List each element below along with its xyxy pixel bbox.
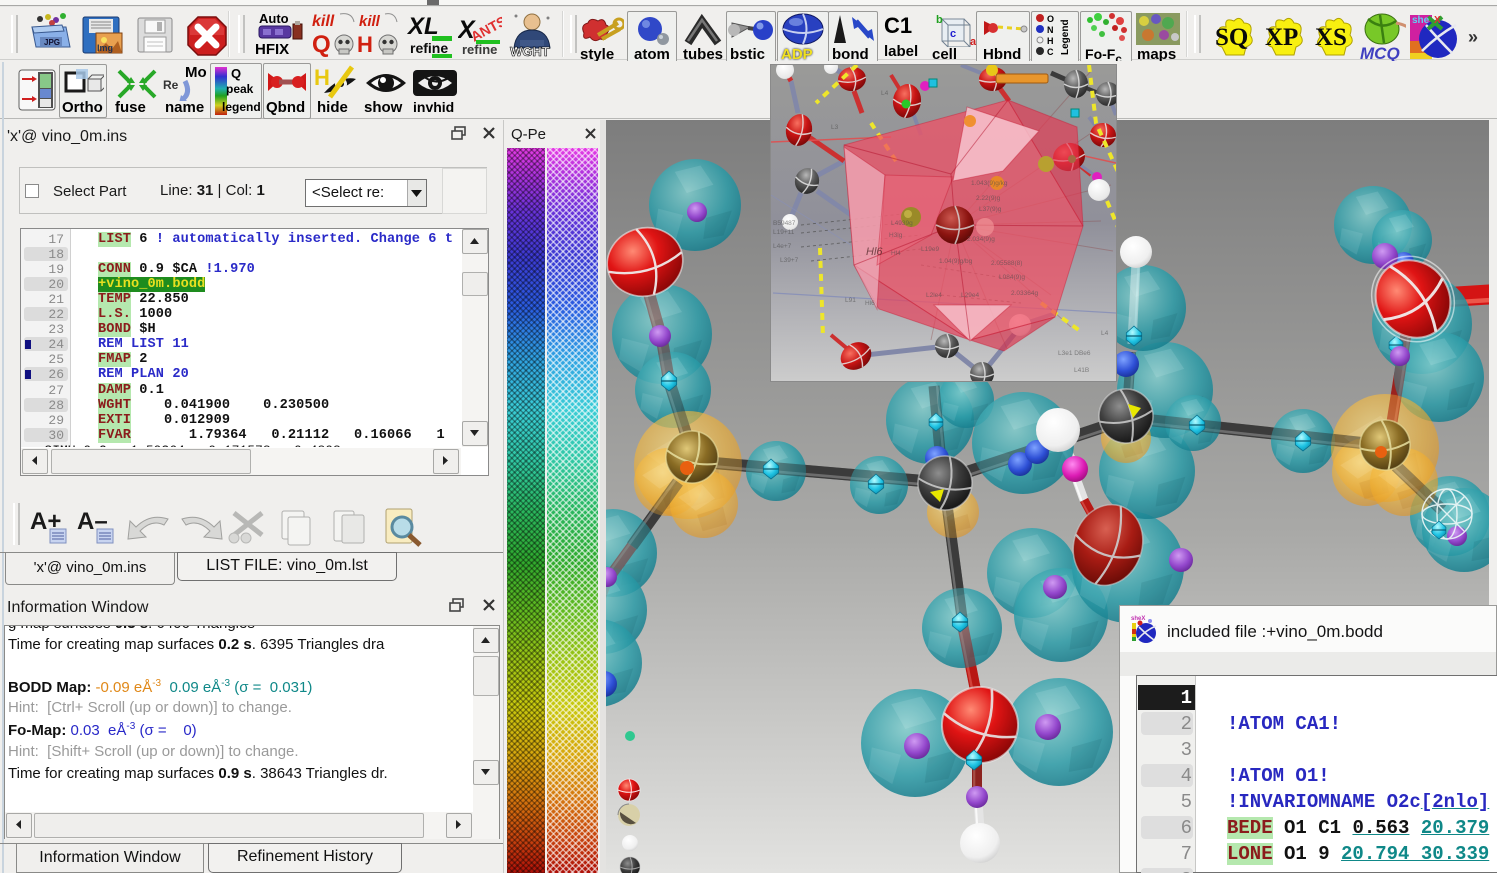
svg-text:1.04(9)g/bg: 1.04(9)g/bg [939, 258, 973, 265]
svg-text:L19+11: L19+11 [773, 229, 795, 236]
svg-text:c: c [950, 28, 956, 40]
svg-text:H: H [314, 65, 330, 90]
svg-text:Auto: Auto [259, 11, 289, 26]
svg-text:C: C [1047, 47, 1054, 57]
svg-text:Q: Q [312, 31, 331, 58]
svg-text:L41B: L41B [1074, 367, 1089, 374]
svg-text:B59487: B59487 [773, 220, 796, 227]
svg-text:sheX: sheX [1131, 616, 1145, 622]
svg-text:kill: kill [312, 13, 335, 30]
svg-text:N: N [1047, 25, 1054, 35]
svg-text:L19e9: L19e9 [921, 246, 939, 253]
svg-text:H: H [1047, 36, 1054, 46]
svg-text:refine: refine [462, 42, 497, 57]
svg-text:Hl6: Hl6 [866, 246, 883, 258]
svg-text:O: O [1047, 14, 1054, 24]
svg-text:L39+7: L39+7 [780, 257, 799, 264]
svg-text:b: b [936, 14, 943, 26]
svg-text:Hl6: Hl6 [865, 300, 875, 307]
svg-text:L37(9)g: L37(9)g [979, 206, 1002, 213]
svg-text:L2le4: L2le4 [926, 292, 942, 299]
svg-text:L3: L3 [831, 124, 839, 131]
svg-text:2.22(9)g: 2.22(9)g [976, 195, 1001, 202]
svg-text:Hl4: Hl4 [891, 250, 901, 257]
svg-text:L3e1 DBe6: L3e1 DBe6 [1058, 350, 1091, 357]
svg-text:SQ: SQ [1215, 24, 1248, 51]
svg-text:L4e+7: L4e+7 [773, 243, 792, 250]
svg-text:HFIX: HFIX [255, 41, 289, 58]
svg-text:XL: XL [406, 13, 439, 40]
svg-text:L91: L91 [845, 297, 856, 304]
svg-text:1.043(9)g/kg: 1.043(9)g/kg [971, 180, 1008, 187]
svg-text:WGHT: WGHT [510, 44, 550, 59]
svg-text:Mo: Mo [185, 64, 207, 81]
svg-text:Re: Re [163, 78, 179, 92]
svg-text:kill: kill [359, 13, 381, 30]
svg-text:H3lg: H3lg [889, 232, 903, 239]
svg-text:she: she [1412, 15, 1430, 26]
svg-text:2.034(9)g: 2.034(9)g [967, 236, 995, 243]
svg-text:L4: L4 [881, 90, 889, 97]
svg-text:L084(9)g: L084(9)g [999, 274, 1025, 281]
svg-text:JPG: JPG [44, 38, 60, 47]
svg-text:L29e4: L29e4 [961, 292, 979, 299]
svg-text:XS: XS [1315, 24, 1347, 51]
svg-text:X: X [1434, 15, 1441, 26]
svg-text:L4: L4 [1101, 330, 1109, 337]
svg-text:MCQ: MCQ [1360, 44, 1400, 61]
svg-text:Img: Img [97, 43, 113, 53]
svg-text:L4939g: L4939g [891, 220, 913, 227]
svg-text:2.03364g: 2.03364g [1011, 290, 1038, 297]
svg-text:refine: refine [410, 40, 448, 56]
svg-text:H: H [357, 32, 373, 57]
svg-text:XP: XP [1265, 24, 1298, 51]
svg-text:2.05588(8): 2.05588(8) [991, 260, 1022, 267]
